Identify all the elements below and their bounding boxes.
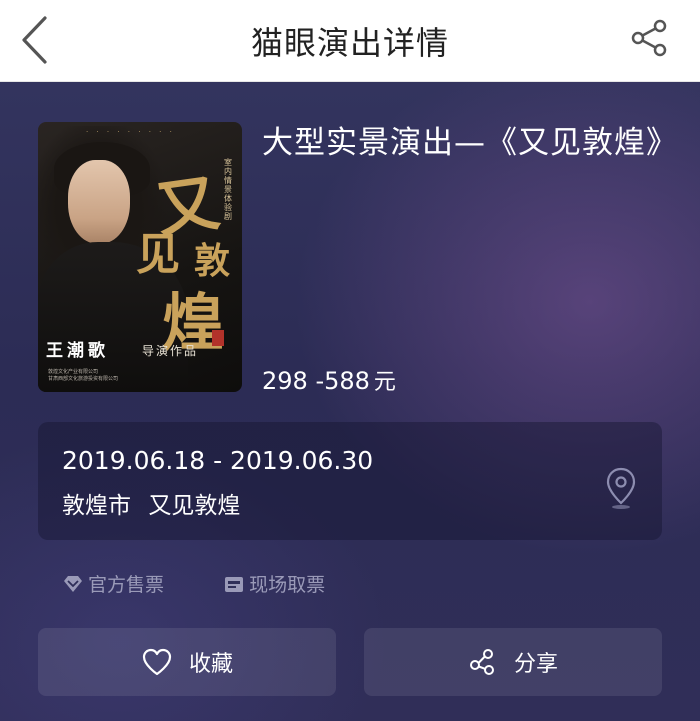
ticket-box-icon	[225, 576, 244, 592]
poster-company-line: 甘肃西部文化旅游投资有限公司	[48, 376, 119, 382]
tag-official-ticketing: 官方售票	[62, 570, 164, 597]
poster-company-text: 敦煌文化产业有限公司 甘肃西部文化旅游投资有限公司	[48, 369, 118, 383]
poster-company-line: 敦煌文化产业有限公司	[48, 369, 99, 375]
favorite-label: 收藏	[188, 652, 233, 677]
page-title: 猫眼演出详情	[250, 24, 449, 62]
show-dates: 2019.06.18 - 2019.06.30	[62, 446, 374, 475]
show-title: 大型实景演出—《又见敦煌》	[262, 125, 678, 161]
share-button[interactable]: 分享	[364, 628, 662, 696]
map-pin-icon[interactable]	[604, 466, 638, 510]
service-tags: 官方售票 现场取票	[62, 570, 379, 600]
poster-seal	[212, 330, 224, 346]
nav-share-button[interactable]	[628, 16, 672, 60]
tag-label: 现场取票	[249, 574, 326, 596]
top-navbar: 猫眼演出详情	[0, 0, 700, 82]
venue-info-card[interactable]: 2019.06.18 - 2019.06.30 敦煌市 又见敦煌	[38, 422, 662, 540]
diamond-badge-icon	[64, 575, 82, 592]
show-venue: 敦煌市 又见敦煌	[62, 486, 240, 520]
favorite-button[interactable]: 收藏	[38, 628, 336, 696]
venue-name: 又见敦煌	[148, 493, 241, 519]
show-poster[interactable]: · · · · · · · · · 室内情景体验剧 又 见 敦 煌 王潮歌 导演…	[38, 122, 242, 392]
tag-label: 官方售票	[88, 574, 165, 596]
poster-face-shape	[68, 160, 130, 244]
price-range: 298 -588 元	[262, 364, 396, 396]
tag-onsite-pickup: 现场取票	[223, 570, 325, 597]
heart-icon	[142, 648, 172, 676]
venue-city: 敦煌市	[62, 493, 131, 519]
share-icon	[469, 649, 494, 675]
poster-credit: 导演作品	[142, 344, 199, 358]
price-unit: 元	[373, 370, 396, 395]
price-value: 298 -588	[262, 367, 370, 395]
poster-top-text: · · · · · · · · ·	[86, 128, 175, 136]
poster-side-text: 室内情景体验剧	[224, 158, 232, 221]
show-detail-content: · · · · · · · · · 室内情景体验剧 又 见 敦 煌 王潮歌 导演…	[0, 82, 700, 721]
poster-director-name: 王潮歌	[46, 341, 109, 361]
share-label: 分享	[513, 652, 558, 677]
share-icon	[631, 19, 667, 57]
